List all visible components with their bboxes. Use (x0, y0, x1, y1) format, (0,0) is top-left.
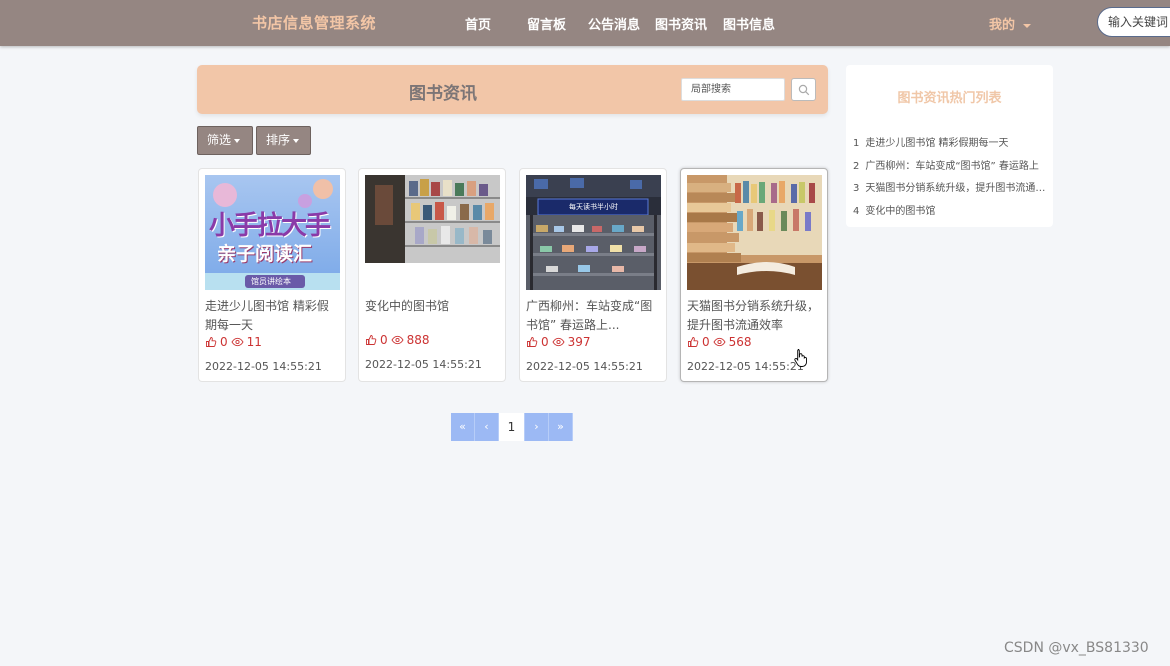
chevron-down-icon (234, 138, 241, 143)
news-stats: 0 397 (526, 335, 591, 349)
thumbs-up-icon[interactable] (526, 336, 538, 348)
sort-dropdown-button[interactable]: 排序 (256, 126, 311, 155)
hot-news-item[interactable]: 3 天猫图书分销系统升级，提升图书流通效率 (853, 178, 1046, 201)
sidebar-title: 图书资讯热门列表 (897, 91, 1002, 106)
global-search-input[interactable] (1097, 7, 1170, 37)
news-thumbnail[interactable] (365, 175, 500, 263)
hot-news-title: 天猫图书分销系统升级，提升图书流通效率 (865, 183, 1046, 194)
filter-dropdown-button[interactable]: 筛选 (197, 126, 253, 155)
poster-subtitle-text: 亲子阅读汇 (217, 243, 313, 265)
news-date: 2022-12-05 14:55:21 (526, 360, 643, 373)
thumbs-up-icon[interactable] (205, 336, 217, 348)
hot-news-title: 广西柳州：车站变成“图书馆” 春运路上 (865, 160, 1039, 172)
news-thumbnail[interactable]: 小手拉大手 亲子阅读汇 馆员讲绘本 (205, 175, 340, 290)
news-title[interactable]: 广西柳州：车站变成“图书馆” 春运路上... (526, 297, 661, 335)
watermark-text: CSDN @vx_BS81330 (1004, 640, 1149, 656)
news-stats: 0 568 (687, 335, 752, 349)
view-count: 397 (567, 335, 591, 349)
thumbs-up-icon[interactable] (687, 336, 699, 348)
eye-icon (231, 337, 244, 347)
news-date: 2022-12-05 14:55:21 (365, 358, 482, 371)
bookshelf-image (365, 175, 500, 263)
station-library-image (526, 175, 661, 290)
search-icon (798, 84, 810, 96)
eye-icon (552, 337, 565, 347)
hot-news-item[interactable]: 4 变化中的图书馆 (853, 201, 1046, 224)
news-title[interactable]: 走进少儿图书馆 精彩假期每一天 (205, 297, 340, 335)
my-account-label: 我的 (989, 18, 1016, 33)
hand-cursor-icon (794, 349, 807, 367)
poster-caption-text: 馆员讲绘本 (251, 277, 291, 286)
hot-news-list: 1 走进少儿图书馆 精彩假期每一天 2 广西柳州：车站变成“图书馆” 春运路上 3天… (853, 133, 1046, 223)
like-count: 0 (380, 333, 388, 347)
like-count: 0 (541, 335, 549, 349)
top-navbar: 书店信息管理系统 首页 留言板 公告消息 图书资讯 图书信息 我的 (0, 0, 1170, 46)
hot-news-rank: 3 (853, 183, 860, 194)
pager-next-button[interactable]: › (525, 413, 549, 441)
nav-item-book-info[interactable]: 图书信息 (723, 14, 775, 33)
news-stats: 0 11 (205, 335, 262, 349)
news-title[interactable]: 天猫图书分销系统升级，提升图书流通效率 (687, 297, 822, 335)
news-title[interactable]: 变化中的图书馆 (365, 297, 500, 317)
page-title: 图书资讯 (409, 84, 477, 104)
books-stack-image (687, 175, 822, 290)
news-date: 2022-12-05 14:55:21 (205, 360, 322, 373)
eye-icon (391, 335, 404, 345)
hot-news-item[interactable]: 2 广西柳州：车站变成“图书馆” 春运路上 (853, 156, 1046, 179)
nav-item-announcements[interactable]: 公告消息 (588, 14, 640, 33)
thumbs-up-icon[interactable] (365, 334, 377, 346)
news-card[interactable]: 每天读书半小时 广西柳州：车站变成“图书馆” 春运路上... 0 397 202… (519, 168, 667, 382)
news-thumbnail[interactable]: 每天读书半小时 (526, 175, 661, 290)
hot-news-rank: 1 (853, 138, 860, 149)
sort-label: 排序 (266, 133, 291, 147)
view-count: 568 (728, 335, 752, 349)
nav-item-home[interactable]: 首页 (465, 14, 491, 33)
local-search-input[interactable] (681, 78, 785, 101)
search-button[interactable] (791, 78, 816, 101)
hot-news-sidebar: 图书资讯热门列表 1 走进少儿图书馆 精彩假期每一天 2 广西柳州：车站变成“图书馆… (846, 65, 1053, 227)
hot-news-item[interactable]: 1 走进少儿图书馆 精彩假期每一天 (853, 133, 1046, 156)
news-date: 2022-12-05 14:55:21 (687, 360, 804, 373)
section-header: 图书资讯 (197, 65, 828, 114)
hot-news-title: 走进少儿图书馆 精彩假期每一天 (865, 138, 1009, 149)
hot-news-rank: 2 (853, 160, 860, 172)
view-count: 11 (246, 335, 262, 349)
news-card[interactable]: 小手拉大手 亲子阅读汇 馆员讲绘本 走进少儿图书馆 精彩假期每一天 0 11 2… (198, 168, 346, 382)
eye-icon (713, 337, 726, 347)
news-card[interactable]: 变化中的图书馆 0 888 2022-12-05 14:55:21 (358, 168, 506, 382)
nav-item-message-board[interactable]: 留言板 (527, 14, 566, 33)
hot-news-title: 变化中的图书馆 (865, 205, 936, 217)
pagination: « ‹ 1 › » (451, 413, 573, 441)
chevron-down-icon (1023, 23, 1032, 28)
pager-current-page[interactable]: 1 (499, 413, 525, 441)
view-count: 888 (406, 333, 430, 347)
banner-text: 每天读书半小时 (569, 203, 618, 211)
filter-label: 筛选 (207, 133, 232, 147)
news-thumbnail[interactable] (687, 175, 822, 290)
pager-first-button[interactable]: « (451, 413, 475, 441)
like-count: 0 (702, 335, 710, 349)
poster-title-text: 小手拉大手 (209, 211, 331, 241)
my-account-dropdown[interactable]: 我的 (989, 14, 1032, 33)
like-count: 0 (220, 335, 228, 349)
chevron-down-icon (293, 138, 300, 143)
pager-last-button[interactable]: » (549, 413, 573, 441)
news-stats: 0 888 (365, 333, 430, 347)
hot-news-rank: 4 (853, 205, 860, 217)
site-brand[interactable]: 书店信息管理系统 (252, 12, 376, 33)
nav-item-book-news[interactable]: 图书资讯 (655, 14, 707, 33)
pager-prev-button[interactable]: ‹ (475, 413, 499, 441)
